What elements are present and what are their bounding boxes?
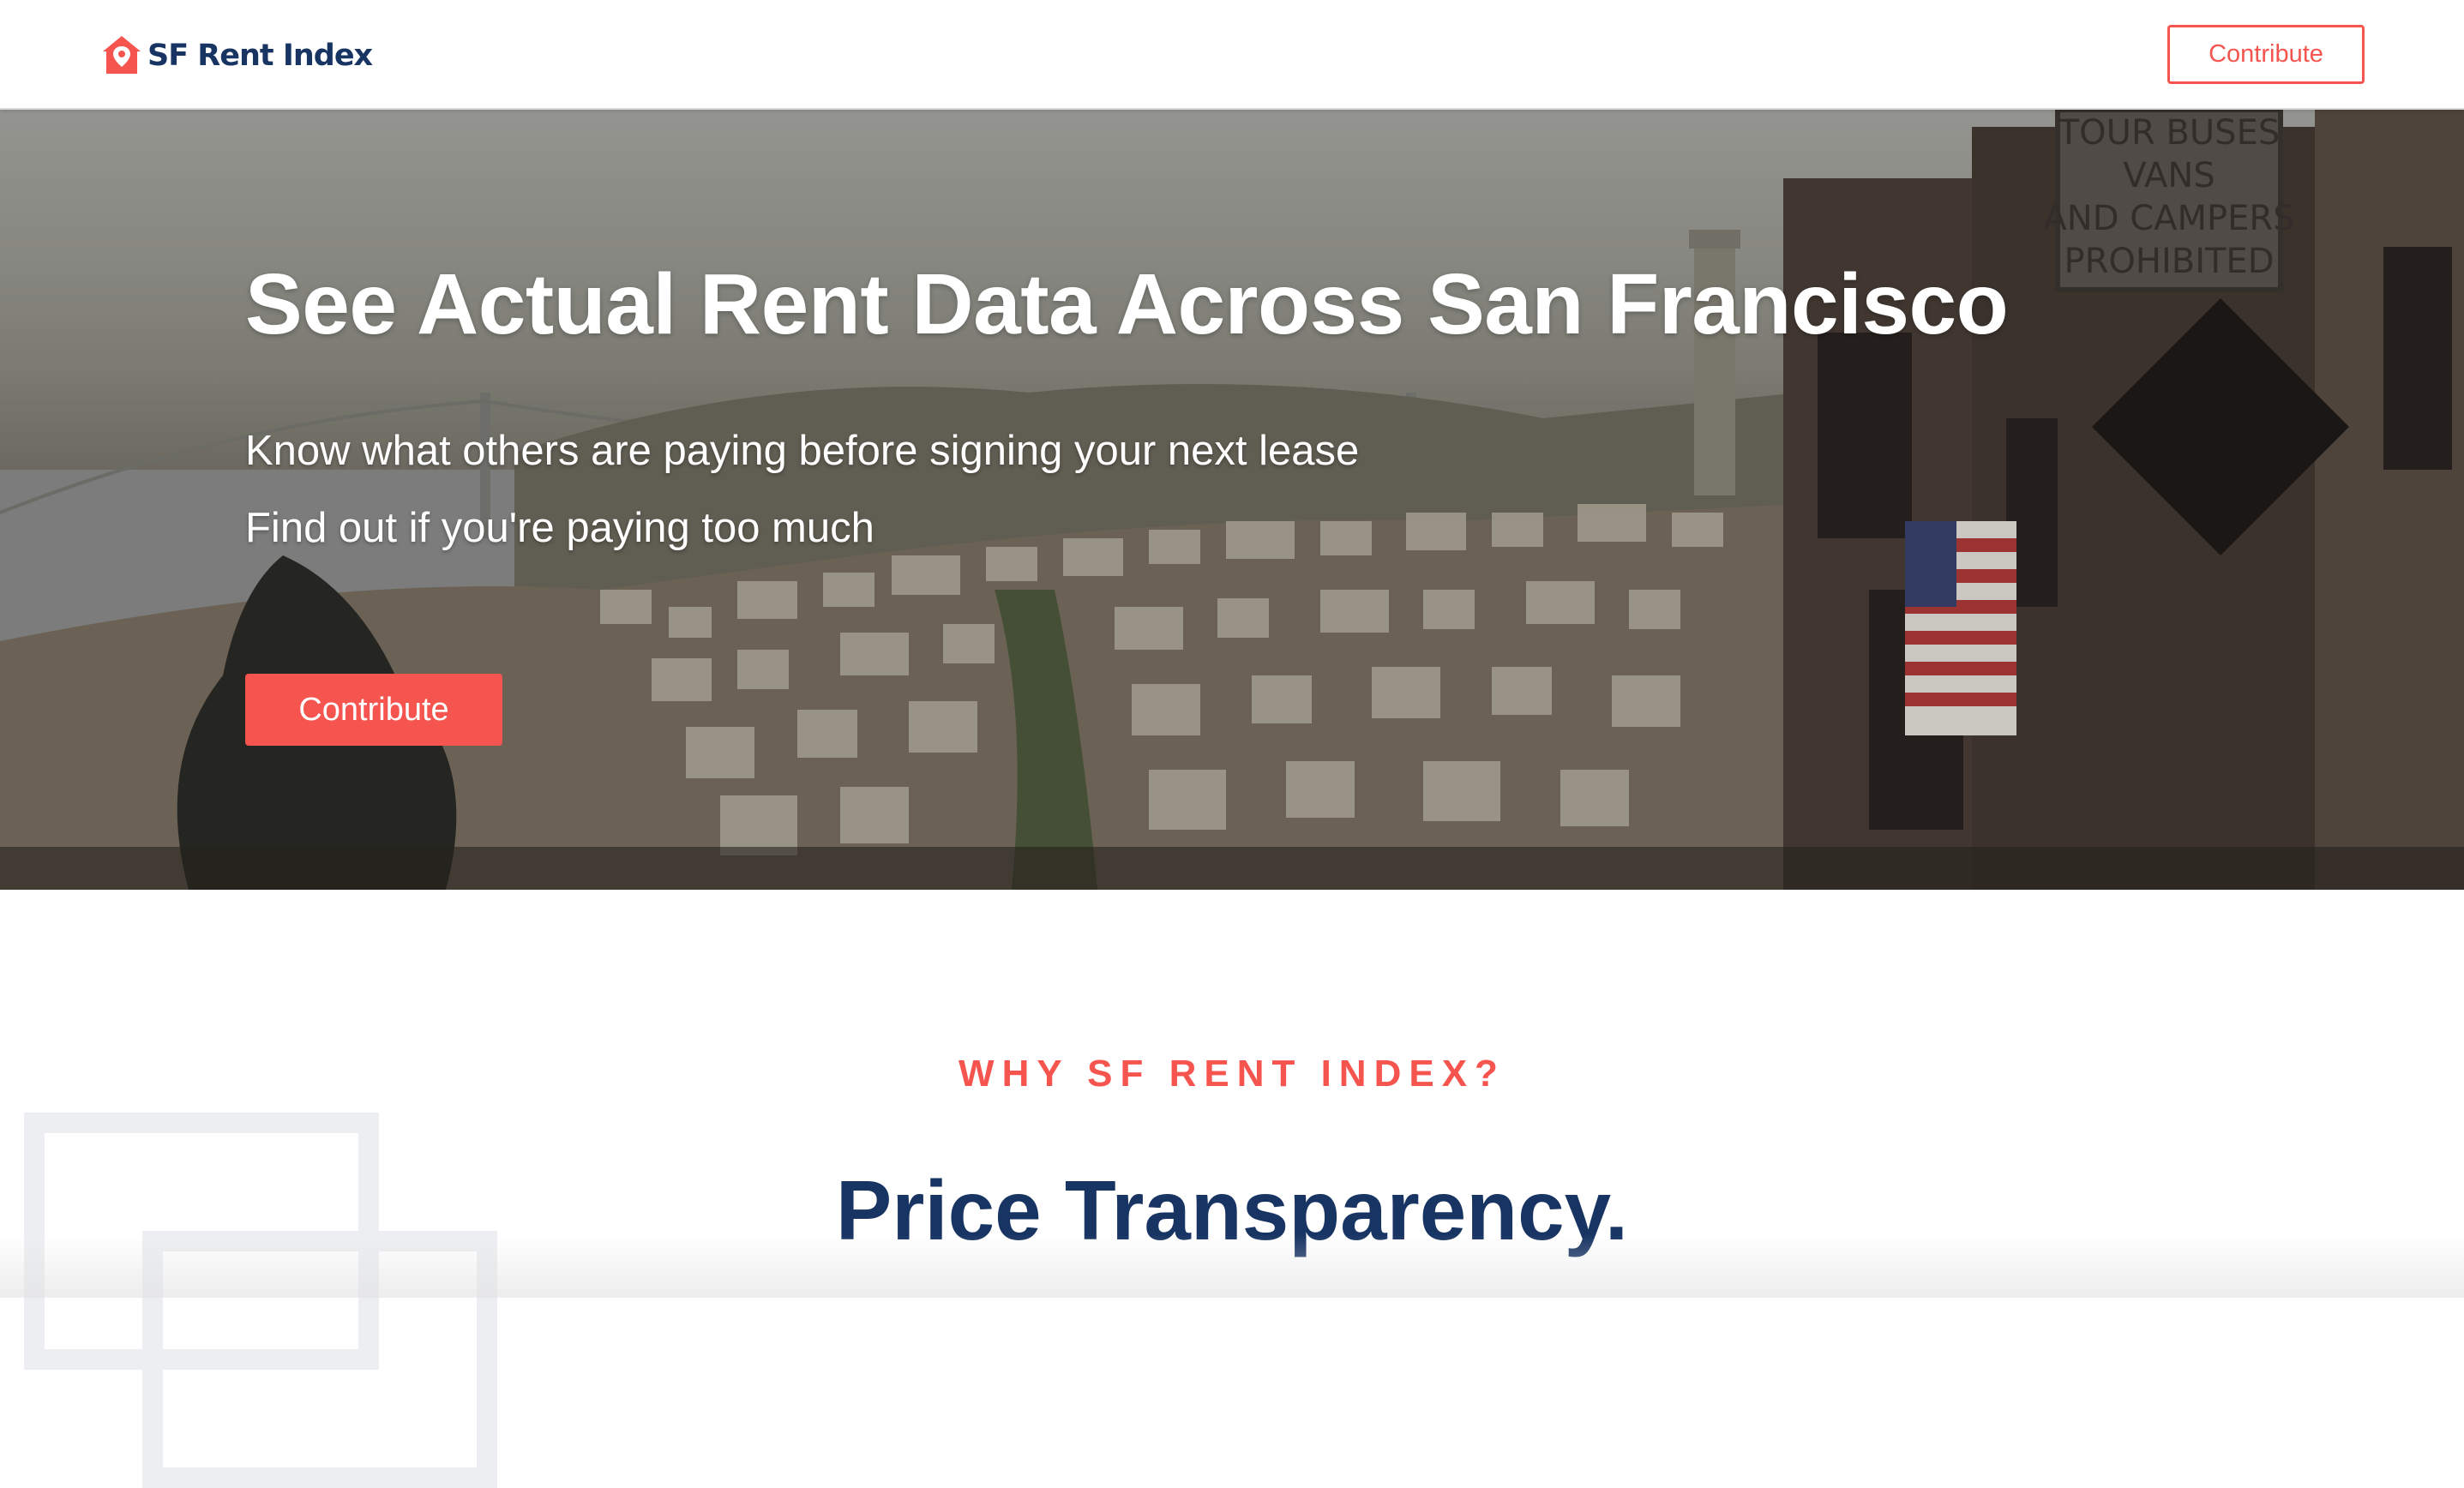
bottom-fade — [0, 1234, 2464, 1298]
top-navbar: SF Rent Index Contribute — [0, 0, 2464, 110]
house-pin-icon — [103, 36, 141, 74]
hero-subtitle-lease: Know what others are paying before signi… — [245, 428, 1360, 474]
hero-subtitle-paying: Find out if you're paying too much — [245, 505, 874, 551]
hero-contribute-button[interactable]: Contribute — [245, 674, 502, 746]
why-section-label: WHY SF RENT INDEX? — [959, 1053, 1505, 1095]
brand-name: SF Rent Index — [147, 39, 373, 73]
hero-section: TOUR BUSES VANS AND CAMPERS PROHIBITED See … — [0, 110, 2464, 890]
hero-overlay — [0, 110, 2464, 890]
hero-title: See Actual Rent Data Across San Francisc… — [245, 256, 2009, 352]
nav-contribute-button[interactable]: Contribute — [2167, 25, 2365, 84]
brand-logo[interactable]: SF Rent Index — [101, 34, 373, 77]
